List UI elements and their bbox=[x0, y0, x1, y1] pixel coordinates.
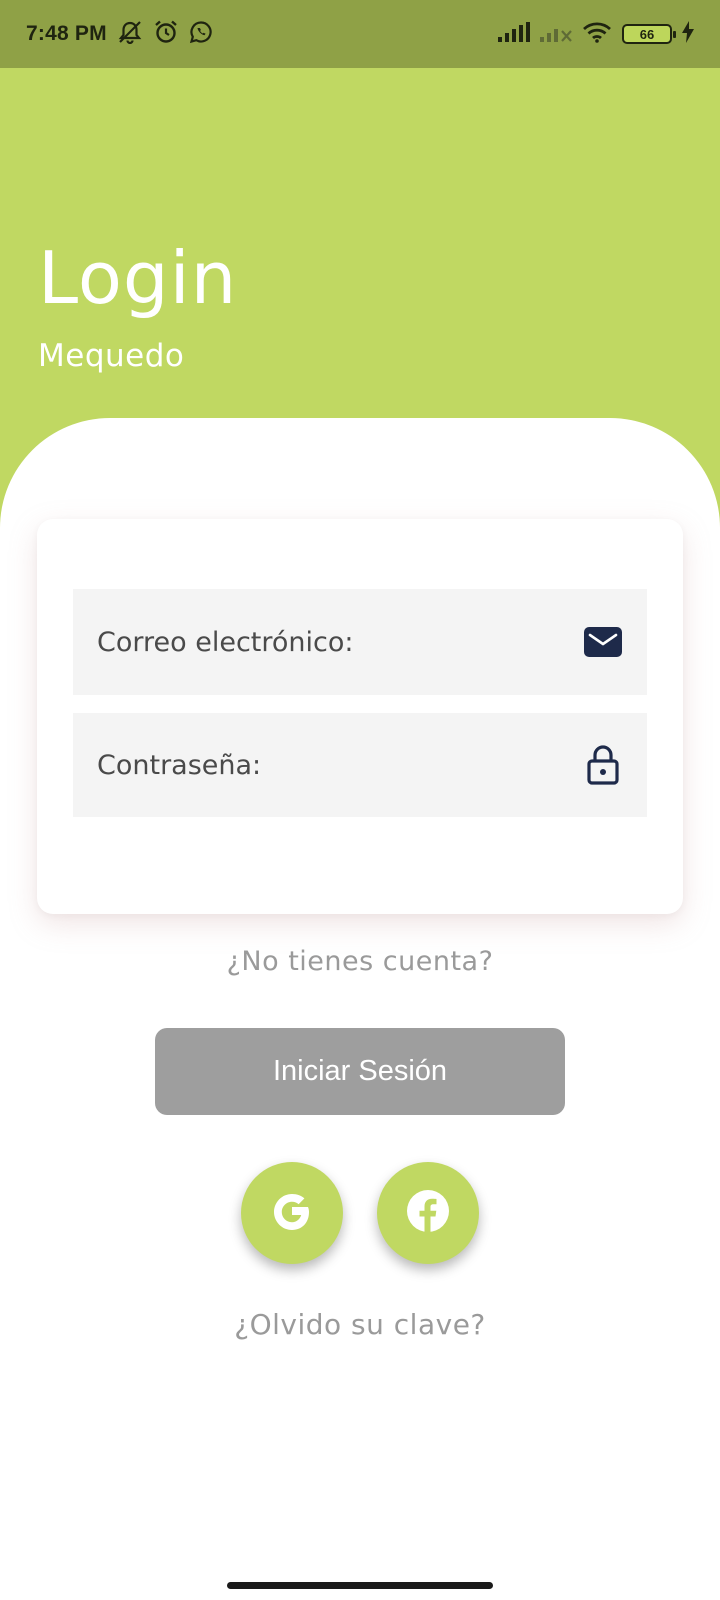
page-subtitle: Mequedo bbox=[38, 338, 185, 374]
google-icon bbox=[269, 1188, 315, 1238]
lock-icon bbox=[583, 745, 623, 785]
facebook-login-button[interactable] bbox=[377, 1162, 479, 1264]
login-card bbox=[37, 519, 683, 914]
page-title: Login bbox=[38, 236, 238, 320]
email-field[interactable] bbox=[73, 589, 647, 695]
status-right: 66 bbox=[498, 20, 694, 48]
login-button-label: Iniciar Sesión bbox=[272, 1055, 448, 1087]
battery-icon: 66 bbox=[622, 24, 676, 44]
password-input[interactable] bbox=[97, 749, 583, 781]
signal-icon bbox=[498, 21, 530, 47]
email-input[interactable] bbox=[97, 626, 583, 658]
whatsapp-icon bbox=[189, 20, 213, 49]
status-bar: 7:48 PM 66 bbox=[0, 0, 720, 68]
google-login-button[interactable] bbox=[241, 1162, 343, 1264]
battery-level: 66 bbox=[639, 26, 655, 42]
wifi-icon bbox=[582, 21, 612, 48]
mail-icon bbox=[583, 622, 623, 662]
muted-bell-icon bbox=[117, 20, 143, 49]
alarm-icon bbox=[153, 19, 179, 50]
status-time: 7:48 PM bbox=[26, 22, 107, 45]
facebook-icon bbox=[406, 1189, 450, 1237]
charging-icon bbox=[682, 20, 694, 48]
login-button[interactable]: Iniciar Sesión bbox=[155, 1028, 565, 1115]
status-left: 7:48 PM bbox=[26, 19, 213, 50]
signal-no-sim-icon bbox=[540, 22, 572, 47]
forgot-password-link[interactable]: ¿Olvido su clave? bbox=[0, 1308, 720, 1341]
password-field[interactable] bbox=[73, 713, 647, 817]
signup-link[interactable]: ¿No tienes cuenta? bbox=[0, 946, 720, 977]
home-indicator[interactable] bbox=[227, 1582, 493, 1589]
